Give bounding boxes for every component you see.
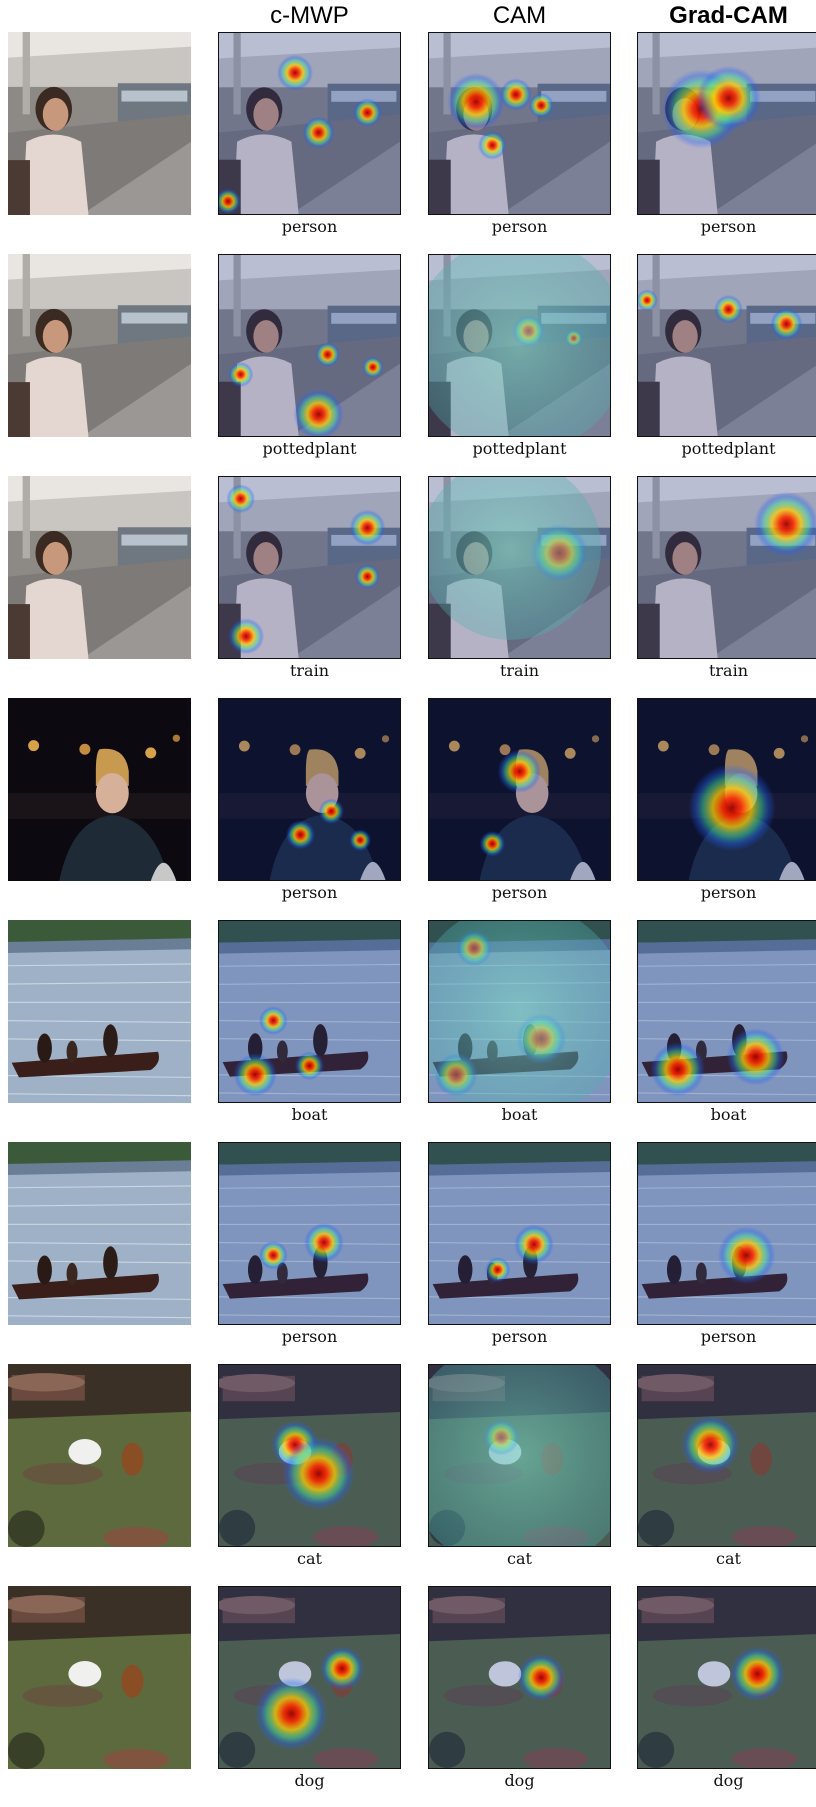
figure-row: person person person [0, 698, 816, 918]
grad-cam-heatmap [637, 476, 816, 659]
original-image [8, 1586, 191, 1769]
class-label: pottedplant [472, 439, 567, 458]
class-label: cat [507, 1549, 532, 1568]
original-image [8, 476, 191, 659]
class-label: person [700, 217, 757, 236]
figure-row: dog dog dog [0, 1586, 816, 1806]
class-label: train [289, 661, 330, 680]
original-image [8, 254, 191, 437]
class-label: cat [297, 1549, 322, 1568]
figure-row: boat boat boat [0, 920, 816, 1140]
original-image [8, 1364, 191, 1547]
c-mwp-heatmap [218, 698, 401, 881]
cam-heatmap [428, 476, 611, 659]
class-label: boat [710, 1105, 747, 1124]
c-mwp-heatmap [218, 1142, 401, 1325]
c-mwp-heatmap [218, 32, 401, 215]
figure-row: train train train [0, 476, 816, 696]
grad-cam-heatmap [637, 1364, 816, 1547]
class-label: person [281, 883, 338, 902]
class-label: pottedplant [262, 439, 357, 458]
class-label: train [708, 661, 749, 680]
cam-heatmap [428, 920, 611, 1103]
column-title-cam: CAM [492, 2, 547, 29]
figure-row: pottedplant pottedplant pottedplant [0, 254, 816, 474]
class-label: dog [294, 1771, 325, 1790]
c-mwp-heatmap [218, 476, 401, 659]
figure-row: person person person [0, 32, 816, 252]
c-mwp-heatmap [218, 920, 401, 1103]
c-mwp-heatmap [218, 1586, 401, 1769]
cam-heatmap [428, 254, 611, 437]
cam-heatmap [428, 32, 611, 215]
class-label: person [491, 217, 548, 236]
grad-cam-heatmap [637, 32, 816, 215]
original-image [8, 32, 191, 215]
grad-cam-heatmap [637, 920, 816, 1103]
class-label: boat [501, 1105, 538, 1124]
original-image [8, 1142, 191, 1325]
cam-heatmap [428, 1586, 611, 1769]
grad-cam-heatmap [637, 254, 816, 437]
c-mwp-heatmap [218, 1364, 401, 1547]
cam-heatmap [428, 1142, 611, 1325]
class-label: person [491, 1327, 548, 1346]
grad-cam-heatmap [637, 1586, 816, 1769]
column-title-c-mwp: c-MWP [270, 2, 349, 29]
class-label: train [499, 661, 540, 680]
original-image [8, 698, 191, 881]
grad-cam-heatmap [637, 1142, 816, 1325]
c-mwp-heatmap [218, 254, 401, 437]
class-label: person [281, 217, 338, 236]
class-label: person [281, 1327, 338, 1346]
column-title-grad-cam: Grad-CAM [669, 2, 788, 29]
original-image [8, 920, 191, 1103]
cam-heatmap [428, 1364, 611, 1547]
grad-cam-heatmap [637, 698, 816, 881]
class-label: dog [504, 1771, 535, 1790]
class-label: person [700, 883, 757, 902]
class-label: dog [713, 1771, 744, 1790]
cam-heatmap [428, 698, 611, 881]
figure-row: cat cat cat [0, 1364, 816, 1584]
class-label: pottedplant [681, 439, 776, 458]
figure-row: person person person [0, 1142, 816, 1362]
class-label: person [491, 883, 548, 902]
class-label: boat [291, 1105, 328, 1124]
class-label: cat [716, 1549, 741, 1568]
class-label: person [700, 1327, 757, 1346]
